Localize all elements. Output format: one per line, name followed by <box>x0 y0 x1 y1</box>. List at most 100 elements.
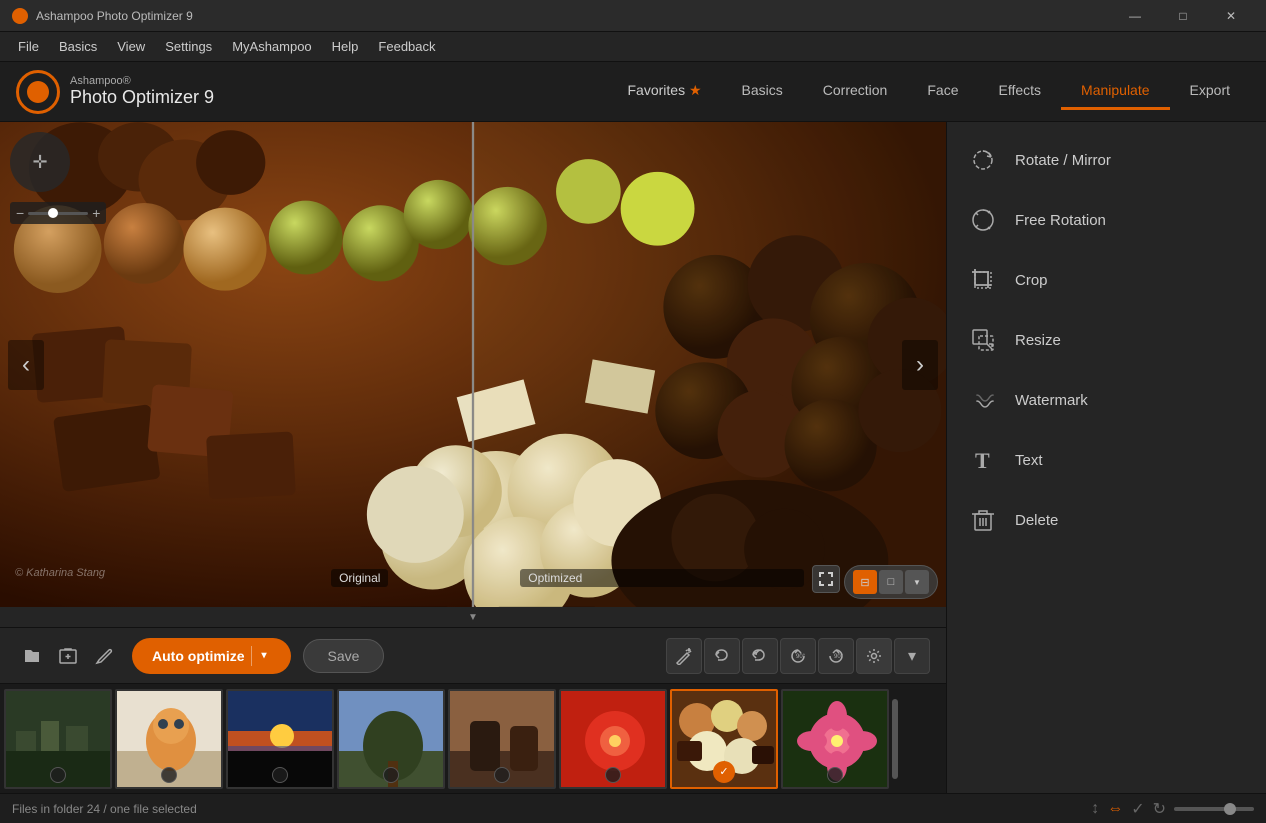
magic-wand-button[interactable] <box>666 638 702 674</box>
edit-button[interactable] <box>88 640 120 672</box>
canvas-area: ✛ − + <box>0 122 946 793</box>
menu-watermark[interactable]: Watermark <box>947 370 1266 430</box>
tab-basics[interactable]: Basics <box>722 74 803 110</box>
thumbnail-3[interactable] <box>226 689 334 789</box>
watermark-text: © Katharina Stang <box>15 567 105 579</box>
zoom-minus-button[interactable]: − <box>16 205 24 221</box>
photo-viewer: ✛ − + <box>0 122 946 607</box>
status-swap-icon[interactable]: ⇔ <box>1107 800 1123 818</box>
menu-resize[interactable]: Resize <box>947 310 1266 370</box>
thumbnail-8[interactable] <box>781 689 889 789</box>
thumb-2-dot <box>161 767 177 783</box>
menu-help[interactable]: Help <box>322 35 369 58</box>
zoom-slider[interactable] <box>28 212 88 215</box>
prev-photo-button[interactable]: ‹ <box>8 340 44 390</box>
settings-button[interactable] <box>856 638 892 674</box>
thumbnail-5[interactable] <box>448 689 556 789</box>
collapse-button[interactable]: ▼ <box>0 607 946 627</box>
rotate-cw-button[interactable]: 90° <box>818 638 854 674</box>
viewer-bottom-controls: ⊟ □ ▼ <box>812 565 938 599</box>
menu-basics[interactable]: Basics <box>49 35 107 58</box>
watermark-label: Watermark <box>1015 392 1088 409</box>
resize-icon <box>967 324 999 356</box>
main-area: ✛ − + <box>0 122 1266 793</box>
status-sort-icon[interactable]: ↕ <box>1091 800 1099 818</box>
bottom-toolbar: Auto optimize ▾ Save <box>0 627 946 683</box>
crop-label: Crop <box>1015 272 1048 289</box>
close-button[interactable]: ✕ <box>1208 0 1254 32</box>
edit-icon <box>94 646 114 666</box>
brand-name: Ashampoo® <box>70 75 214 87</box>
thumbnail-4[interactable] <box>337 689 445 789</box>
right-panel: Rotate / Mirror Free Rotation <box>946 122 1266 793</box>
expand-icon <box>818 571 834 587</box>
thumb-scrollbar[interactable] <box>892 699 898 779</box>
tab-manipulate[interactable]: Manipulate <box>1061 74 1170 110</box>
menu-feedback[interactable]: Feedback <box>368 35 445 58</box>
tab-face[interactable]: Face <box>907 74 978 110</box>
menu-rotate-mirror[interactable]: Rotate / Mirror <box>947 130 1266 190</box>
original-label: Original <box>331 569 388 587</box>
thumbnail-2[interactable] <box>115 689 223 789</box>
tab-correction[interactable]: Correction <box>803 74 908 110</box>
svg-text:T: T <box>975 448 990 473</box>
tab-export[interactable]: Export <box>1170 74 1250 110</box>
menu-settings[interactable]: Settings <box>155 35 222 58</box>
undo-button[interactable] <box>704 638 740 674</box>
minimize-button[interactable]: — <box>1112 0 1158 32</box>
text-icon: T <box>967 444 999 476</box>
rotate-ccw-button[interactable]: 90° <box>780 638 816 674</box>
menubar: File Basics View Settings MyAshampoo Hel… <box>0 32 1266 62</box>
photo-split-view: Original Optimized © Katharina Stang <box>0 122 946 607</box>
zoom-plus-button[interactable]: + <box>92 205 100 221</box>
thumb-7-check: ✓ <box>713 761 735 783</box>
status-size-slider[interactable] <box>1174 807 1254 811</box>
auto-optimize-label: Auto optimize <box>152 648 245 664</box>
thumb-4-dot <box>383 767 399 783</box>
menu-free-rotation[interactable]: Free Rotation <box>947 190 1266 250</box>
status-icons: ↕ ⇔ ✓ ↻ <box>1091 799 1254 819</box>
undo-all-icon <box>751 647 769 665</box>
menu-view[interactable]: View <box>107 35 155 58</box>
save-button[interactable]: Save <box>303 639 385 673</box>
menu-file[interactable]: File <box>8 35 49 58</box>
zoom-thumb <box>48 208 58 218</box>
split-view-button[interactable]: ⊟ <box>853 570 877 594</box>
auto-optimize-dropdown[interactable]: ▾ <box>251 646 271 666</box>
photo-svg <box>0 122 946 607</box>
status-check-icon[interactable]: ✓ <box>1131 799 1144 819</box>
tab-favorites[interactable]: Favorites ★ <box>608 74 722 110</box>
maximize-button[interactable]: □ <box>1160 0 1206 32</box>
next-photo-button[interactable]: › <box>902 340 938 390</box>
rotate-ccw-icon: 90° <box>789 647 807 665</box>
view-mode-toggle: ⊟ □ ▼ <box>844 565 938 599</box>
auto-optimize-button[interactable]: Auto optimize ▾ <box>132 638 291 674</box>
thumb-3-dot <box>272 767 288 783</box>
single-view-button[interactable]: □ <box>879 570 903 594</box>
file-tools <box>16 640 120 672</box>
thumbnail-6[interactable] <box>559 689 667 789</box>
free-rotation-icon <box>967 204 999 236</box>
menu-delete[interactable]: Delete <box>947 490 1266 550</box>
title-text: Ashampoo Photo Optimizer 9 <box>36 9 1112 23</box>
toggle-dropdown-button[interactable]: ▼ <box>905 570 929 594</box>
add-icon <box>58 646 78 666</box>
app-logo <box>16 70 60 114</box>
tab-effects[interactable]: Effects <box>978 74 1061 110</box>
rotate-mirror-icon <box>967 144 999 176</box>
watermark-icon <box>967 384 999 416</box>
more-button[interactable]: ▾ <box>894 638 930 674</box>
status-rotate-icon[interactable]: ↻ <box>1153 799 1166 819</box>
menu-crop[interactable]: Crop <box>947 250 1266 310</box>
undo-all-button[interactable] <box>742 638 778 674</box>
expand-view-button[interactable] <box>812 565 840 593</box>
thumbnail-1[interactable] <box>4 689 112 789</box>
add-file-button[interactable] <box>52 640 84 672</box>
nav-cross[interactable]: ✛ <box>10 132 70 192</box>
app-icon <box>12 8 28 24</box>
menu-text[interactable]: T Text <box>947 430 1266 490</box>
menu-myashampoo[interactable]: MyAshampoo <box>222 35 321 58</box>
free-rotation-label: Free Rotation <box>1015 212 1106 229</box>
open-file-button[interactable] <box>16 640 48 672</box>
thumbnail-7[interactable]: ✓ <box>670 689 778 789</box>
